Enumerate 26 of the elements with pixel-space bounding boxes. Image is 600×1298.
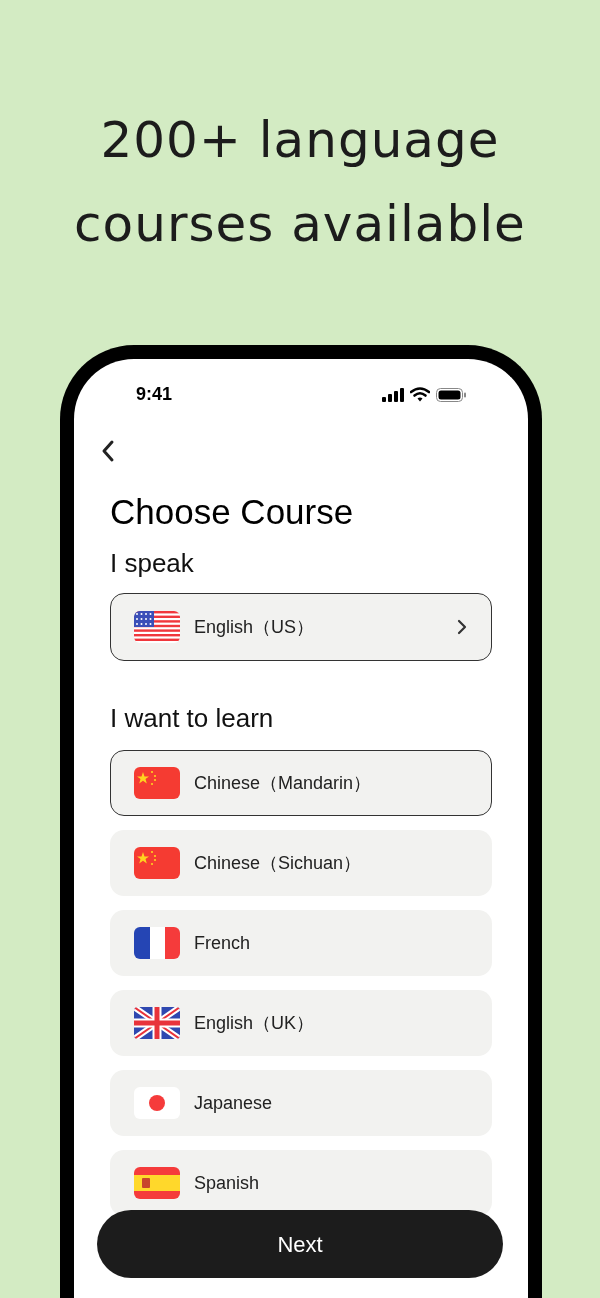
flag-icon xyxy=(134,847,180,879)
next-button[interactable]: Next xyxy=(97,1210,503,1278)
signal-icon xyxy=(382,387,404,402)
language-option[interactable]: Chinese（Mandarin） xyxy=(110,750,492,816)
language-option[interactable]: English（UK） xyxy=(110,990,492,1056)
flag-icon xyxy=(134,611,180,643)
status-time: 9:41 xyxy=(136,383,173,406)
flag-icon xyxy=(134,1167,180,1199)
headline: courses available xyxy=(74,194,526,255)
language-select[interactable]: English（US） xyxy=(110,593,492,661)
back-icon xyxy=(100,439,116,463)
flag-icon xyxy=(134,1007,180,1039)
page-title: Choose Course xyxy=(110,491,355,533)
language-option[interactable]: Chinese（Sichuan） xyxy=(110,830,492,896)
wifi-icon xyxy=(410,387,430,402)
chevron-right-icon xyxy=(456,619,468,635)
section-label: I speak xyxy=(110,547,195,580)
flag-icon xyxy=(134,767,180,799)
headline: 200+ language xyxy=(100,110,500,171)
section-label: I want to learn xyxy=(110,702,275,735)
language-option[interactable]: Japanese xyxy=(110,1070,492,1136)
flag-icon xyxy=(134,1087,180,1119)
flag-icon xyxy=(134,927,180,959)
language-option[interactable]: Spanish xyxy=(110,1150,492,1216)
language-option[interactable]: French xyxy=(110,910,492,976)
battery-icon xyxy=(436,387,466,402)
